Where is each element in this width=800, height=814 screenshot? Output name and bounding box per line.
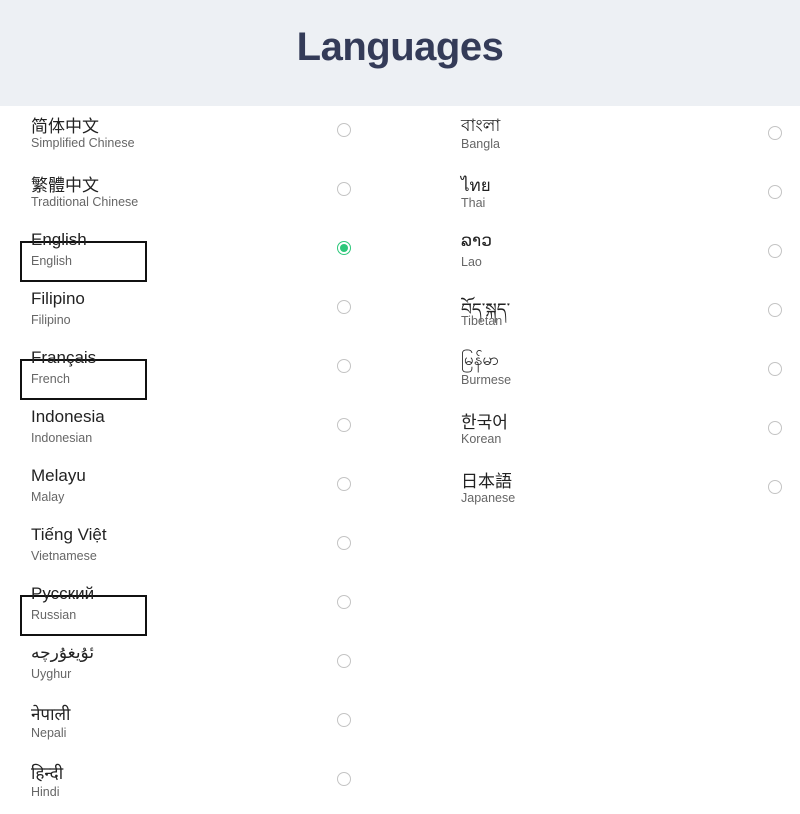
radio-button[interactable] <box>337 654 351 668</box>
radio-button[interactable] <box>768 185 782 199</box>
language-option[interactable]: ไทย Thai <box>430 166 800 225</box>
language-english-name: Uyghur <box>31 667 72 681</box>
language-english-name: Traditional Chinese <box>31 195 139 209</box>
language-list-right: বাংলা Bangla ไทย Thai ລາວ Lao བོད་སྐད་ Tibetan မ… <box>430 107 800 520</box>
radio-button[interactable] <box>768 126 782 140</box>
language-option[interactable]: 한국어 Korean <box>430 402 800 461</box>
language-english-name: Hindi <box>31 785 60 799</box>
language-option[interactable]: 繁體中文 Traditional Chinese <box>0 165 400 224</box>
radio-button[interactable] <box>337 713 351 727</box>
language-english-name: Vietnamese <box>31 549 97 563</box>
radio-button[interactable] <box>337 123 351 137</box>
language-native-name: 日本語 <box>461 472 512 491</box>
language-option[interactable]: বাংলা Bangla <box>430 107 800 166</box>
language-native-name: ไทย <box>461 176 491 195</box>
language-native-name: Indonesia <box>31 407 105 426</box>
radio-button[interactable] <box>768 362 782 376</box>
language-english-name: French <box>31 372 70 386</box>
radio-button[interactable] <box>337 477 351 491</box>
language-option[interactable]: ئۇيغۇرچە Uyghur <box>0 637 400 696</box>
language-native-name: नेपाली <box>31 705 71 724</box>
language-english-name: Filipino <box>31 313 71 327</box>
language-english-name: Japanese <box>461 491 516 505</box>
language-native-name: 简体中文 <box>31 117 99 136</box>
language-english-name: Lao <box>461 255 482 269</box>
radio-button[interactable] <box>337 595 351 609</box>
language-english-name: Malay <box>31 490 65 504</box>
language-native-name: हिन्दी <box>31 764 64 783</box>
language-native-name: 한국어 <box>461 413 508 432</box>
radio-button[interactable] <box>337 418 351 432</box>
language-english-name: Bangla <box>461 137 500 151</box>
language-option[interactable]: Indonesia Indonesian <box>0 401 400 460</box>
language-option[interactable]: नेपाली Nepali <box>0 696 400 755</box>
language-option[interactable]: Filipino Filipino <box>0 283 400 342</box>
language-native-name: Melayu <box>31 466 86 485</box>
language-option[interactable]: မြန်မာ Burmese <box>430 343 800 402</box>
language-option[interactable]: Русский Russian <box>0 578 400 637</box>
radio-button[interactable] <box>337 182 351 196</box>
radio-button[interactable] <box>337 241 351 255</box>
language-native-name: 繁體中文 <box>31 176 99 195</box>
language-english-name: Indonesian <box>31 431 93 445</box>
radio-button[interactable] <box>337 536 351 550</box>
language-option[interactable]: हिन्दी Hindi <box>0 755 400 814</box>
language-native-name: English <box>31 230 87 249</box>
language-option[interactable]: 日本語 Japanese <box>430 461 800 520</box>
language-native-name: Français <box>31 348 97 367</box>
language-native-name: မြန်မာ <box>461 350 500 369</box>
language-option[interactable]: English English <box>0 224 400 283</box>
language-native-name: ئۇيغۇرچە <box>31 643 95 662</box>
page-title: Languages <box>296 24 504 69</box>
radio-button[interactable] <box>768 480 782 494</box>
language-english-name: Simplified Chinese <box>31 136 135 150</box>
language-option[interactable]: བོད་སྐད་ Tibetan <box>430 284 800 343</box>
radio-button[interactable] <box>768 421 782 435</box>
header: Languages <box>0 0 800 106</box>
language-english-name: Korean <box>461 432 502 446</box>
language-english-name: English <box>31 254 72 268</box>
language-english-name: Thai <box>461 196 486 210</box>
language-english-name: Russian <box>31 608 77 622</box>
language-native-name: ລາວ <box>461 231 492 250</box>
language-option[interactable]: ລາວ Lao <box>430 225 800 284</box>
language-english-name: Tibetan <box>461 314 503 328</box>
language-english-name: Burmese <box>461 373 512 387</box>
radio-button[interactable] <box>337 300 351 314</box>
language-option[interactable]: 简体中文 Simplified Chinese <box>0 106 400 165</box>
language-english-name: Nepali <box>31 726 67 740</box>
language-list-left: 简体中文 Simplified Chinese 繁體中文 Traditional Ch… <box>0 106 400 814</box>
radio-button[interactable] <box>337 359 351 373</box>
language-native-name: Русский <box>31 584 95 603</box>
radio-button[interactable] <box>768 244 782 258</box>
radio-button[interactable] <box>768 303 782 317</box>
radio-button[interactable] <box>337 772 351 786</box>
language-option[interactable]: Français French <box>0 342 400 401</box>
language-option[interactable]: Tiếng Việt Vietnamese <box>0 519 400 578</box>
language-native-name: Filipino <box>31 289 85 308</box>
language-native-name: Tiếng Việt <box>31 525 107 544</box>
language-option[interactable]: Melayu Malay <box>0 460 400 519</box>
